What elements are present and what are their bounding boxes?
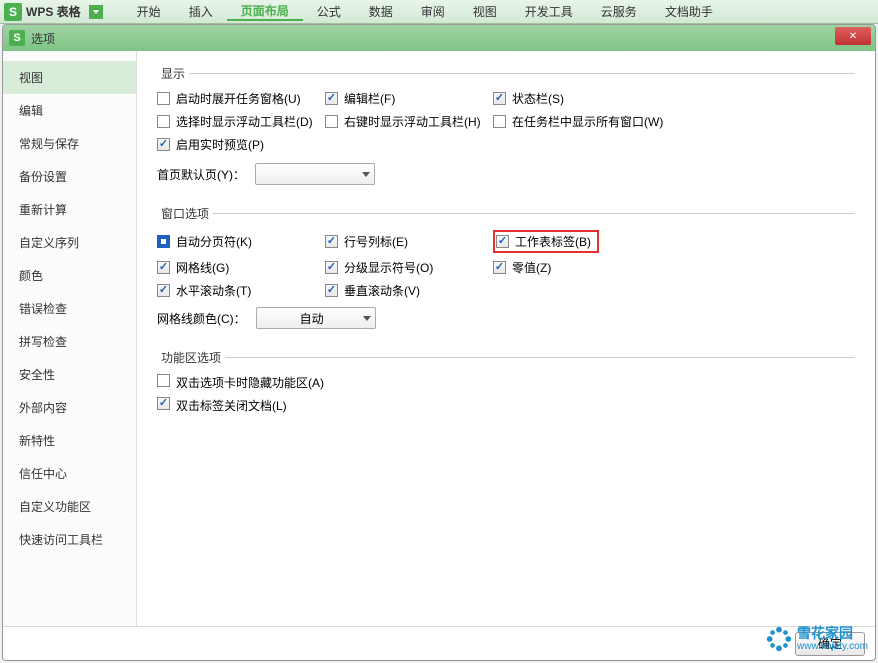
combo-default-page[interactable] xyxy=(255,163,375,185)
label-live-preview: 启用实时预览(P) xyxy=(176,136,264,153)
menu-view[interactable]: 视图 xyxy=(459,3,511,20)
checkbox-edit-bar[interactable] xyxy=(325,92,338,105)
sidebar-item-spell-check[interactable]: 拼写检查 xyxy=(3,325,136,358)
sidebar-item-backup[interactable]: 备份设置 xyxy=(3,160,136,193)
menubar: S WPS 表格 开始 插入 页面布局 公式 数据 审阅 视图 开发工具 云服务… xyxy=(0,0,878,24)
checkbox-sheet-tabs[interactable] xyxy=(496,235,509,248)
menu-doc-assistant[interactable]: 文档助手 xyxy=(651,3,727,20)
app-icon: S xyxy=(4,3,22,21)
checkbox-startup-pane[interactable] xyxy=(157,92,170,105)
sidebar-item-error-check[interactable]: 错误检查 xyxy=(3,292,136,325)
checkbox-float-rclick[interactable] xyxy=(325,115,338,128)
sidebar-item-edit[interactable]: 编辑 xyxy=(3,94,136,127)
label-default-page: 首页默认页(Y)： xyxy=(157,166,245,183)
section-display: 显示 启动时展开任务窗格(U) 编辑栏(F) 状态栏(S) 选择时显示浮动工具栏… xyxy=(157,65,855,191)
checkbox-row-col-headers[interactable] xyxy=(325,235,338,248)
label-gridlines: 网格线(G) xyxy=(176,259,229,276)
label-float-sel: 选择时显示浮动工具栏(D) xyxy=(176,113,313,130)
watermark-main: 雪花家园 xyxy=(797,626,868,641)
label-startup-pane: 启动时展开任务窗格(U) xyxy=(176,90,301,107)
checkbox-gridlines[interactable] xyxy=(157,261,170,274)
label-float-rclick: 右键时显示浮动工具栏(H) xyxy=(344,113,481,130)
snowflake-icon xyxy=(765,625,793,653)
options-sidebar: 视图 编辑 常规与保存 备份设置 重新计算 自定义序列 颜色 错误检查 拼写检查… xyxy=(3,51,137,626)
checkbox-live-preview[interactable] xyxy=(157,138,170,151)
dialog-footer: 确定 xyxy=(3,626,875,660)
sidebar-item-view[interactable]: 视图 xyxy=(3,61,136,94)
combo-gridline-color[interactable]: 自动 xyxy=(256,307,376,329)
sidebar-item-security[interactable]: 安全性 xyxy=(3,358,136,391)
combo-gridline-color-value: 自动 xyxy=(261,310,363,327)
checkbox-status-bar[interactable] xyxy=(493,92,506,105)
menu-insert[interactable]: 插入 xyxy=(175,3,227,20)
label-auto-page-break: 自动分页符(K) xyxy=(176,233,252,250)
label-zero-values: 零值(Z) xyxy=(512,259,551,276)
label-sheet-tabs: 工作表标签(B) xyxy=(515,233,591,250)
label-outline-symbols: 分级显示符号(O) xyxy=(344,259,433,276)
sidebar-item-custom-list[interactable]: 自定义序列 xyxy=(3,226,136,259)
menu-review[interactable]: 审阅 xyxy=(407,3,459,20)
checkbox-dblclick-hide[interactable] xyxy=(157,374,170,387)
sidebar-item-trust-center[interactable]: 信任中心 xyxy=(3,457,136,490)
close-button[interactable] xyxy=(835,27,871,45)
section-ribbon: 功能区选项 双击选项卡时隐藏功能区(A) 双击标签关闭文档(L) xyxy=(157,349,855,420)
checkbox-taskbar-windows[interactable] xyxy=(493,115,506,128)
label-edit-bar: 编辑栏(F) xyxy=(344,90,395,107)
checkbox-h-scroll[interactable] xyxy=(157,284,170,297)
checkbox-outline-symbols[interactable] xyxy=(325,261,338,274)
sidebar-item-recalc[interactable]: 重新计算 xyxy=(3,193,136,226)
label-gridline-color: 网格线颜色(C)： xyxy=(157,310,246,327)
sidebar-item-custom-ribbon[interactable]: 自定义功能区 xyxy=(3,490,136,523)
checkbox-auto-page-break[interactable] xyxy=(157,235,170,248)
checkbox-zero-values[interactable] xyxy=(493,261,506,274)
label-h-scroll: 水平滚动条(T) xyxy=(176,282,251,299)
sidebar-item-quick-access[interactable]: 快速访问工具栏 xyxy=(3,523,136,556)
section-window: 窗口选项 自动分页符(K) 行号列标(E) 工作表标签(B) 网格线(G) 分级… xyxy=(157,205,855,335)
app-menu-dropdown[interactable] xyxy=(89,5,103,19)
menu-cloud[interactable]: 云服务 xyxy=(587,3,651,20)
checkbox-float-sel[interactable] xyxy=(157,115,170,128)
dialog-body: 视图 编辑 常规与保存 备份设置 重新计算 自定义序列 颜色 错误检查 拼写检查… xyxy=(3,51,875,626)
label-row-col-headers: 行号列标(E) xyxy=(344,233,408,250)
dialog-titlebar: S 选项 xyxy=(3,25,875,51)
section-ribbon-legend: 功能区选项 xyxy=(157,349,225,366)
menu-formula[interactable]: 公式 xyxy=(303,3,355,20)
label-status-bar: 状态栏(S) xyxy=(512,90,564,107)
section-display-legend: 显示 xyxy=(157,65,189,82)
menu-devtools[interactable]: 开发工具 xyxy=(511,3,587,20)
app-title: WPS 表格 xyxy=(26,3,81,20)
watermark: 雪花家园 www.xhjaty.com xyxy=(765,625,868,653)
options-content: 显示 启动时展开任务窗格(U) 编辑栏(F) 状态栏(S) 选择时显示浮动工具栏… xyxy=(137,51,875,626)
checkbox-dblclick-close[interactable] xyxy=(157,397,170,410)
menu-start[interactable]: 开始 xyxy=(123,3,175,20)
label-dblclick-close: 双击标签关闭文档(L) xyxy=(176,399,287,413)
section-window-legend: 窗口选项 xyxy=(157,205,213,222)
checkbox-v-scroll[interactable] xyxy=(325,284,338,297)
dialog-icon: S xyxy=(9,30,25,46)
sidebar-item-general[interactable]: 常规与保存 xyxy=(3,127,136,160)
sidebar-item-new-features[interactable]: 新特性 xyxy=(3,424,136,457)
menu-page-layout[interactable]: 页面布局 xyxy=(227,2,303,21)
watermark-sub: www.xhjaty.com xyxy=(797,641,868,652)
sidebar-item-external[interactable]: 外部内容 xyxy=(3,391,136,424)
label-dblclick-hide: 双击选项卡时隐藏功能区(A) xyxy=(176,376,324,390)
label-taskbar-windows: 在任务栏中显示所有窗口(W) xyxy=(512,113,663,130)
options-dialog: S 选项 视图 编辑 常规与保存 备份设置 重新计算 自定义序列 颜色 错误检查… xyxy=(2,24,876,661)
menu-data[interactable]: 数据 xyxy=(355,3,407,20)
dialog-title: 选项 xyxy=(31,30,55,47)
label-v-scroll: 垂直滚动条(V) xyxy=(344,282,420,299)
highlight-sheet-tabs: 工作表标签(B) xyxy=(493,230,599,253)
sidebar-item-color[interactable]: 颜色 xyxy=(3,259,136,292)
